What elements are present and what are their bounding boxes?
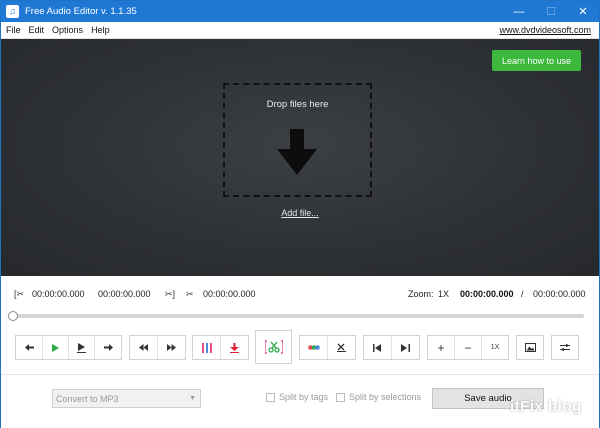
delete-x-icon xyxy=(337,343,346,352)
sliders-icon xyxy=(560,343,570,351)
go-to-start-button[interactable] xyxy=(364,336,392,359)
website-link[interactable]: www.dvdvideosoft.com xyxy=(499,25,591,35)
selection-start-time: 00:00:00.000 xyxy=(32,289,85,299)
image-group xyxy=(516,335,544,360)
skip-start-button[interactable] xyxy=(130,336,158,359)
maximize-button[interactable]: ☐ xyxy=(535,1,567,22)
title-bar: ♫ Free Audio Editor v. 1.1.35 — ☐ ✕ xyxy=(1,1,599,22)
cut-time: 00:00:00.000 xyxy=(203,289,256,299)
zoom-in-button[interactable]: + xyxy=(428,336,455,359)
controls-toolbar: + − 1X xyxy=(1,329,599,365)
skip-forward-icon xyxy=(167,344,176,351)
selection-end-time: 00:00:00.000 xyxy=(98,289,151,299)
minimize-button[interactable]: — xyxy=(503,1,535,22)
menu-edit[interactable]: Edit xyxy=(25,25,49,35)
settings-button[interactable] xyxy=(552,336,578,359)
go-to-end-button[interactable] xyxy=(392,336,419,359)
cover-image-button[interactable] xyxy=(517,336,543,359)
cut-selection-button[interactable] xyxy=(255,330,292,364)
total-time: 00:00:00.000 xyxy=(533,289,586,299)
color-dots-icon xyxy=(307,345,320,350)
menu-options[interactable]: Options xyxy=(48,25,87,35)
window-controls: — ☐ ✕ xyxy=(503,1,599,22)
download-marker-button[interactable] xyxy=(221,336,248,359)
settings-group xyxy=(551,335,579,360)
jump-end-icon xyxy=(401,343,410,352)
marker-group xyxy=(192,335,249,360)
learn-how-to-use-button[interactable]: Learn how to use xyxy=(492,50,581,71)
navigation-group xyxy=(363,335,420,360)
cut-marker-icon[interactable]: ✂ xyxy=(186,289,194,300)
app-icon: ♫ xyxy=(6,5,19,18)
split-by-tags-label: Split by tags xyxy=(279,392,329,402)
output-format-value: Convert to MP3 xyxy=(56,393,119,404)
skip-back-icon xyxy=(139,344,148,351)
forward-button[interactable] xyxy=(95,336,121,359)
drop-zone[interactable]: Drop files here xyxy=(223,83,372,197)
scissors-icon xyxy=(264,340,283,354)
arrow-right-icon xyxy=(103,344,113,351)
menu-file[interactable]: File xyxy=(1,25,25,35)
close-button[interactable]: ✕ xyxy=(567,1,599,22)
current-time: 00:00:00.000 xyxy=(460,289,514,299)
split-by-selections-label: Split by selections xyxy=(349,392,422,402)
window-title: Free Audio Editor v. 1.1.35 xyxy=(25,6,137,17)
menu-bar: File Edit Options Help www.dvdvideosoft.… xyxy=(1,22,599,39)
remove-button[interactable] xyxy=(328,336,355,359)
time-row: [✂ 00:00:00.000 00:00:00.000 ✂] ✂ 00:00:… xyxy=(1,276,599,311)
play-button[interactable] xyxy=(43,336,69,359)
play-selection-icon xyxy=(77,342,86,353)
split-by-tags-checkbox[interactable] xyxy=(266,393,275,402)
selection-end-icon[interactable]: ✂] xyxy=(165,289,175,300)
markers-icon xyxy=(201,342,212,353)
download-red-icon xyxy=(230,342,239,353)
watermark: itFix blog xyxy=(510,398,582,415)
menu-help[interactable]: Help xyxy=(87,25,114,35)
rewind-button[interactable] xyxy=(16,336,43,359)
chevron-down-icon: ▼ xyxy=(189,395,196,402)
split-by-selections-checkbox[interactable] xyxy=(336,393,345,402)
selection-start-icon[interactable]: [✂ xyxy=(14,289,24,300)
zoom-label: Zoom: xyxy=(408,289,434,299)
add-marker-button[interactable] xyxy=(193,336,221,359)
drop-area[interactable]: Learn how to use Drop files here Add fil… xyxy=(1,39,599,276)
effects-group xyxy=(299,335,356,360)
zoom-group: + − 1X xyxy=(427,335,509,360)
play-selection-button[interactable] xyxy=(69,336,95,359)
zoom-reset-button[interactable]: 1X xyxy=(482,336,508,359)
skip-group xyxy=(129,335,186,360)
bottom-bar: Convert to MP3 ▼ Split by tags Split by … xyxy=(1,375,599,428)
seek-thumb[interactable] xyxy=(8,311,18,321)
app-window: ♫ Free Audio Editor v. 1.1.35 — ☐ ✕ File… xyxy=(0,0,600,428)
effects-button[interactable] xyxy=(300,336,328,359)
arrow-left-icon xyxy=(24,344,34,351)
skip-end-button[interactable] xyxy=(158,336,185,359)
seek-bar[interactable] xyxy=(8,311,584,321)
drop-files-text: Drop files here xyxy=(266,99,329,110)
image-icon xyxy=(524,343,536,352)
play-icon xyxy=(52,343,59,352)
playback-group xyxy=(15,335,122,360)
add-file-link[interactable]: Add file... xyxy=(1,208,599,218)
jump-start-icon xyxy=(373,343,381,352)
download-arrow-icon xyxy=(277,129,317,175)
time-separator: / xyxy=(521,289,524,299)
zoom-value: 1X xyxy=(438,289,450,299)
zoom-out-button[interactable]: − xyxy=(455,336,482,359)
output-format-select[interactable]: Convert to MP3 ▼ xyxy=(52,389,201,408)
